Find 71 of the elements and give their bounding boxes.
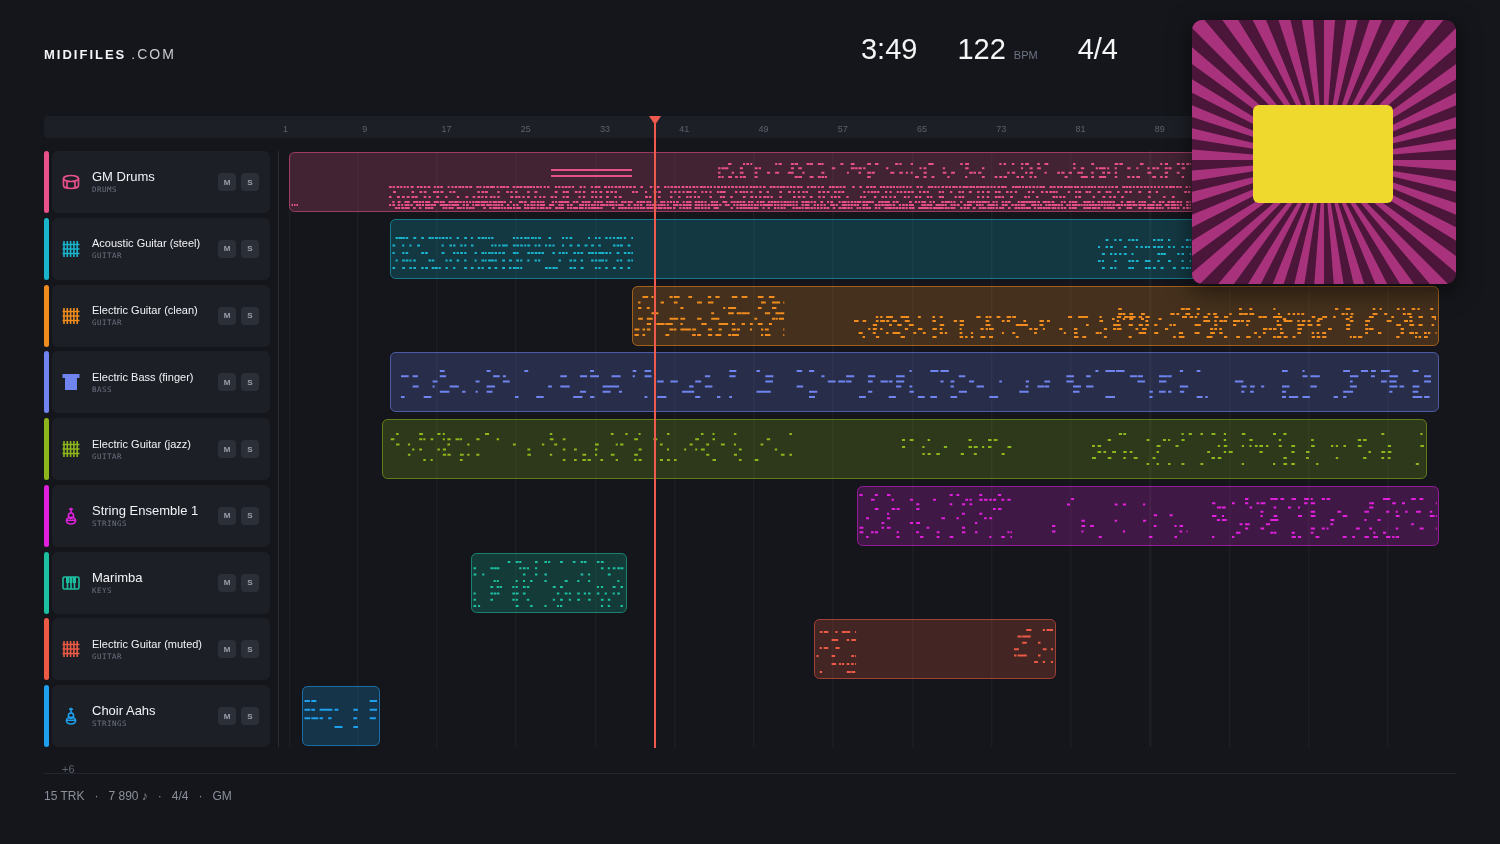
mute-button[interactable]: M — [218, 373, 236, 392]
solo-button[interactable]: S — [241, 173, 259, 191]
mute-button[interactable]: M — [218, 173, 236, 191]
solo-button[interactable]: S — [241, 373, 259, 392]
bar-number: 81 — [1075, 124, 1086, 134]
midi-clip[interactable] — [382, 419, 1427, 479]
tempo-readout: 122 — [957, 32, 1006, 66]
mute-button[interactable]: M — [218, 506, 236, 525]
solo-button[interactable]: S — [241, 573, 259, 592]
solo-button[interactable]: S — [241, 707, 259, 725]
separator-dot: · — [94, 789, 99, 803]
track-name: Electric Guitar (muted) — [92, 636, 204, 651]
bass-neck-icon — [62, 373, 80, 392]
separator-dot: · — [198, 789, 203, 803]
bar-number: 49 — [758, 124, 769, 134]
more-tracks-count[interactable]: +6 — [62, 763, 75, 775]
track-name: Electric Guitar (clean) — [92, 303, 199, 317]
midi-clip[interactable] — [632, 285, 1439, 346]
midi-clip[interactable] — [390, 352, 1439, 413]
solo-button[interactable]: S — [241, 440, 259, 458]
track-name: Electric Guitar (jazz) — [92, 436, 193, 451]
drum-icon — [62, 173, 80, 191]
piano-keys-icon — [62, 573, 80, 592]
bar-number: 25 — [520, 124, 531, 134]
bar-number: 41 — [679, 124, 690, 134]
midi-clip[interactable] — [302, 686, 380, 746]
footer-stat: 4/4 — [171, 789, 189, 803]
track-name: GM Drums — [92, 169, 156, 184]
midi-clip[interactable] — [471, 552, 627, 613]
bar-number: 73 — [996, 124, 1007, 134]
track-name: Marimba — [92, 569, 144, 585]
solo-button[interactable]: S — [241, 239, 259, 258]
bar-number: 65 — [917, 124, 927, 134]
midi-clip[interactable] — [390, 218, 1193, 279]
fretboard-icon — [62, 239, 80, 258]
bar-number: 1 — [283, 124, 288, 134]
fretboard-icon — [62, 306, 80, 325]
footer-stat: GM — [212, 789, 232, 803]
solo-button[interactable]: S — [241, 306, 259, 325]
track-name: String Ensemble 1 — [92, 502, 200, 518]
mute-button[interactable]: M — [218, 640, 236, 659]
fretboard-icon — [62, 440, 80, 458]
mute-button[interactable]: M — [218, 440, 236, 458]
bar-number: 17 — [441, 124, 452, 134]
separator-dot: · — [157, 789, 162, 803]
bar-number: 57 — [837, 124, 848, 134]
track-name: Choir Aahs — [92, 703, 157, 718]
midi-clip[interactable] — [814, 619, 1056, 680]
fretboard-icon — [62, 640, 80, 659]
footer-stat: 7 890 ♪ — [108, 789, 148, 803]
footer-stat: 15 TRK — [44, 789, 85, 803]
bar-number: 89 — [1154, 124, 1165, 134]
duration-readout: 3:49 — [861, 32, 918, 66]
bar-number: 9 — [362, 124, 368, 134]
midi-clip[interactable] — [289, 152, 1193, 212]
tempo-unit: BPM — [1013, 49, 1038, 61]
mute-button[interactable]: M — [218, 306, 236, 325]
track-name: Electric Bass (finger) — [92, 369, 195, 384]
solo-button[interactable]: S — [241, 506, 259, 525]
brand-name: MIDIFILES — [44, 47, 127, 62]
solo-button[interactable]: S — [241, 640, 259, 659]
playhead[interactable] — [648, 116, 661, 748]
mute-button[interactable]: M — [218, 573, 236, 592]
brand-domain: .COM — [131, 46, 176, 62]
midi-clip[interactable] — [857, 485, 1439, 546]
time-signature: 4/4 — [1077, 32, 1118, 66]
bar-number: 33 — [600, 124, 610, 134]
track-name: Acoustic Guitar (steel) — [92, 236, 202, 251]
timeline-ruler[interactable]: 1 9 17 25 33 41 49 57 65 73 81 89 — [44, 116, 1192, 138]
mute-button[interactable]: M — [218, 707, 236, 725]
mute-button[interactable]: M — [218, 239, 236, 258]
